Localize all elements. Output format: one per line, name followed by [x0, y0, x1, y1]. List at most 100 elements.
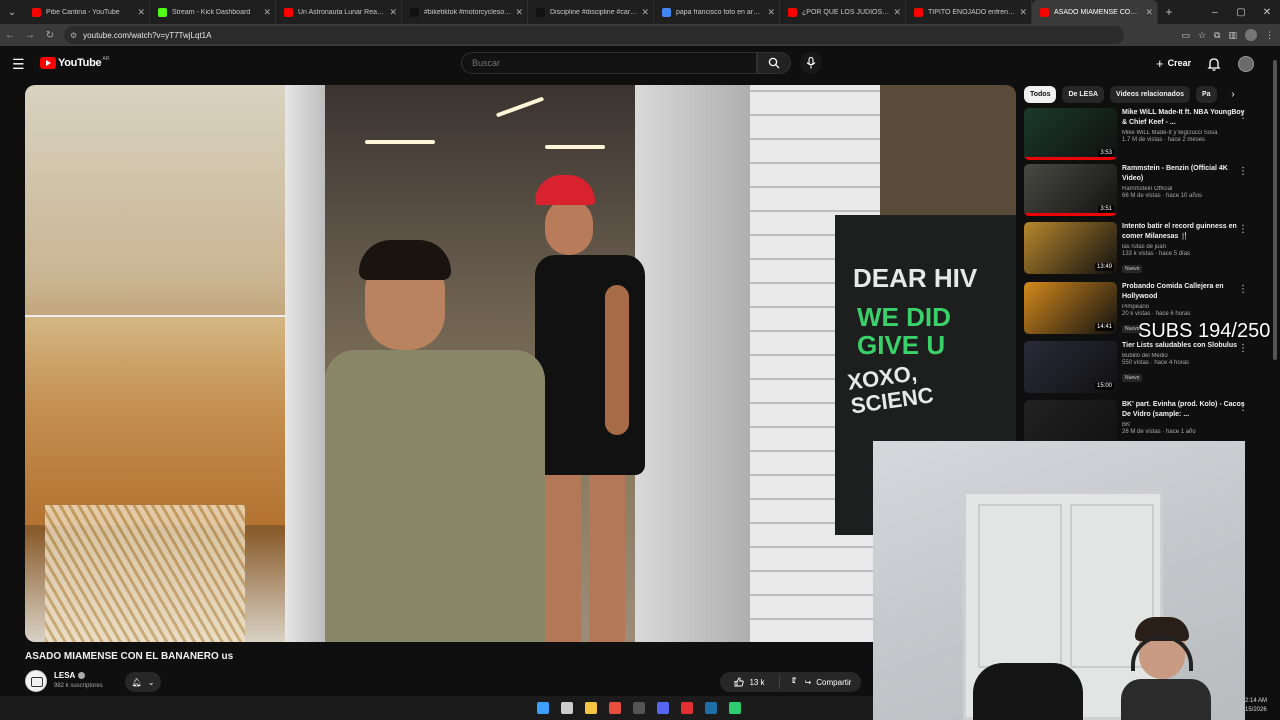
hamburger-menu-icon[interactable]: ☰	[12, 56, 28, 72]
clock-date: 15/2026	[1245, 707, 1267, 713]
tab-close-icon[interactable]: ✕	[137, 7, 145, 18]
windows-start-icon[interactable]	[533, 698, 553, 718]
browser-tab[interactable]: ASADO MIAMENSE CON EL B✕	[1032, 0, 1158, 24]
tab-close-icon[interactable]: ✕	[893, 7, 901, 18]
reload-button[interactable]: ↻	[40, 24, 60, 46]
voice-search-button[interactable]	[800, 52, 822, 74]
maximize-icon[interactable]: ▢	[1228, 0, 1254, 24]
like-button[interactable]: 13 k	[720, 675, 780, 689]
sidebar-icon[interactable]: ▥	[1228, 30, 1237, 41]
share-button[interactable]: ↪ Compartir	[795, 672, 861, 692]
recommendation-channel[interactable]: Mike WiLL Made-It y BigGucci Sosa	[1122, 130, 1247, 136]
more-options-icon[interactable]: ⋮	[1238, 110, 1248, 121]
recommendation-info: Rammstein - Benzin (Official 4K Video) Ra…	[1122, 164, 1247, 199]
search-input[interactable]	[472, 58, 742, 68]
youtube-logo[interactable]: YouTube AR	[40, 56, 109, 69]
recommendation-title[interactable]: Rammstein - Benzin (Official 4K Video)	[1122, 164, 1247, 184]
extensions-icon[interactable]: ⧉	[1214, 30, 1220, 41]
bookmark-star-icon[interactable]: ☆	[1198, 30, 1206, 41]
browser-tab[interactable]: Discipline #discipline #carma ✕	[528, 0, 654, 24]
chrome-icon[interactable]	[605, 698, 625, 718]
bell-icon: 🔔︎	[131, 677, 142, 687]
browser-tab[interactable]: #biketiktok #motorcyclesoftiktok ✕	[402, 0, 528, 24]
cast-icon[interactable]: ▭	[1181, 30, 1190, 41]
recommendation-title[interactable]: Intento batir el record guinness en come…	[1122, 222, 1247, 242]
recommendation-channel[interactable]: las rutas de juan	[1122, 244, 1247, 250]
video-duration: 3:53	[1098, 149, 1114, 157]
file-explorer-icon[interactable]	[581, 698, 601, 718]
app-icon[interactable]	[677, 698, 697, 718]
video-thumbnail[interactable]: 15:00	[1024, 341, 1117, 393]
obs-icon[interactable]	[629, 698, 649, 718]
channel-avatar[interactable]	[25, 670, 47, 692]
video-thumbnail[interactable]: 13:49	[1024, 222, 1117, 274]
discord-icon[interactable]	[653, 698, 673, 718]
profile-icon[interactable]	[1245, 29, 1257, 41]
search-button[interactable]	[757, 52, 791, 74]
more-options-icon[interactable]: ⋮	[1238, 343, 1248, 354]
account-avatar[interactable]	[1238, 56, 1254, 72]
close-window-icon[interactable]: ✕	[1254, 0, 1280, 24]
share-arrow-icon: ↪	[804, 677, 812, 687]
channel-name[interactable]: LESA	[54, 671, 75, 680]
url-field[interactable]: ⚙ youtube.com/watch?v=yT7TwjLqt1A	[64, 26, 1124, 44]
menu-kebab-icon[interactable]: ⋮	[1265, 30, 1274, 41]
recommendation-channel[interactable]: Bubillo del Medio	[1122, 353, 1247, 359]
filter-chip[interactable]: Pa	[1196, 86, 1217, 103]
recommendation-channel[interactable]: BK'	[1122, 422, 1247, 428]
recommendation-item[interactable]: 13:49 Intento batir el record guinness en…	[1024, 222, 1264, 278]
tab-close-icon[interactable]: ✕	[263, 7, 271, 18]
video-player[interactable]: DEAR HIV WE DID GIVE U XOXO, SCIENC	[25, 85, 1016, 642]
more-options-icon[interactable]: ⋮	[1238, 224, 1248, 235]
recommendation-item[interactable]: 3:51 Rammstein - Benzin (Official 4K Vide…	[1024, 164, 1264, 220]
recommendation-channel[interactable]: Rammstein Official	[1122, 186, 1247, 192]
tab-close-icon[interactable]: ✕	[767, 7, 775, 18]
create-button[interactable]: + Crear	[1150, 53, 1197, 73]
browser-tab[interactable]: Un Astronauta Lunar Reacciona✕	[276, 0, 402, 24]
tab-close-icon[interactable]: ✕	[515, 7, 523, 18]
new-tab-button[interactable]: +	[1158, 5, 1180, 19]
filter-chip[interactable]: Todos	[1024, 86, 1057, 103]
recommendation-title[interactable]: Probando Comida Callejera en Hollywood	[1122, 282, 1247, 302]
forward-button[interactable]: →	[20, 24, 40, 46]
recommendation-item[interactable]: 15:00 Tier Lists saludables con Slobulus B…	[1024, 341, 1264, 397]
more-options-icon[interactable]: ⋮	[1238, 402, 1248, 413]
tab-close-icon[interactable]: ✕	[1145, 7, 1153, 18]
search-icon[interactable]	[557, 698, 577, 718]
subscription-bell-button[interactable]: 🔔︎ ⌄	[125, 672, 161, 692]
browser-tab[interactable]: Stream - Kick Dashboard ✕	[150, 0, 276, 24]
notifications-bell-icon[interactable]	[1206, 56, 1222, 72]
browser-tab[interactable]: TIPITO ENOJADO enfrenta a c ✕	[906, 0, 1032, 24]
filter-chip[interactable]: De LESA	[1062, 86, 1105, 103]
recommendation-title[interactable]: Mike WiLL Made-It ft. NBA YoungBoy & Chi…	[1122, 108, 1247, 128]
tab-close-icon[interactable]: ✕	[1019, 7, 1027, 18]
webcam-overlay	[873, 441, 1245, 720]
page-scrollbar[interactable]	[1272, 60, 1278, 380]
person-body	[325, 350, 545, 642]
tab-search-icon[interactable]: ⌄	[0, 0, 24, 24]
scrollbar-thumb[interactable]	[1273, 60, 1277, 360]
video-thumbnail[interactable]: 14:41	[1024, 282, 1117, 334]
steam-icon[interactable]	[701, 698, 721, 718]
subs-goal-overlay: SUBS 194/250	[1138, 320, 1271, 342]
video-thumbnail[interactable]: 3:53	[1024, 108, 1117, 160]
browser-tab[interactable]: Pibe Cantina - YouTube ✕	[24, 0, 150, 24]
chevron-right-icon[interactable]: ›	[1226, 88, 1240, 102]
recommendation-title[interactable]: BK' part. Evinha (prod. Kolo) - Cacos De…	[1122, 400, 1247, 420]
more-options-icon[interactable]: ⋮	[1238, 284, 1248, 295]
site-info-icon[interactable]: ⚙	[70, 31, 77, 40]
tab-close-icon[interactable]: ✕	[641, 7, 649, 18]
back-button[interactable]: ←	[0, 24, 20, 46]
browser-tab[interactable]: ¿POR QUÉ LOS JUDÍOS TIENEN ✕	[780, 0, 906, 24]
video-thumbnail[interactable]: 3:51	[1024, 164, 1117, 216]
recommendation-item[interactable]: 3:53 Mike WiLL Made-It ft. NBA YoungBoy &…	[1024, 108, 1264, 164]
tab-favicon-icon	[662, 7, 671, 17]
recommendation-channel[interactable]: Pimpeano	[1122, 304, 1247, 310]
more-options-icon[interactable]: ⋮	[1238, 166, 1248, 177]
browser-tab[interactable]: papa francisco foto en argentina ✕	[654, 0, 780, 24]
filter-chip[interactable]: Videos relacionados	[1110, 86, 1190, 103]
tab-close-icon[interactable]: ✕	[389, 7, 397, 18]
app-icon-2[interactable]	[725, 698, 745, 718]
system-clock[interactable]: 2:14 AM 15/2026	[1245, 697, 1280, 715]
minimize-icon[interactable]: –	[1202, 0, 1228, 24]
